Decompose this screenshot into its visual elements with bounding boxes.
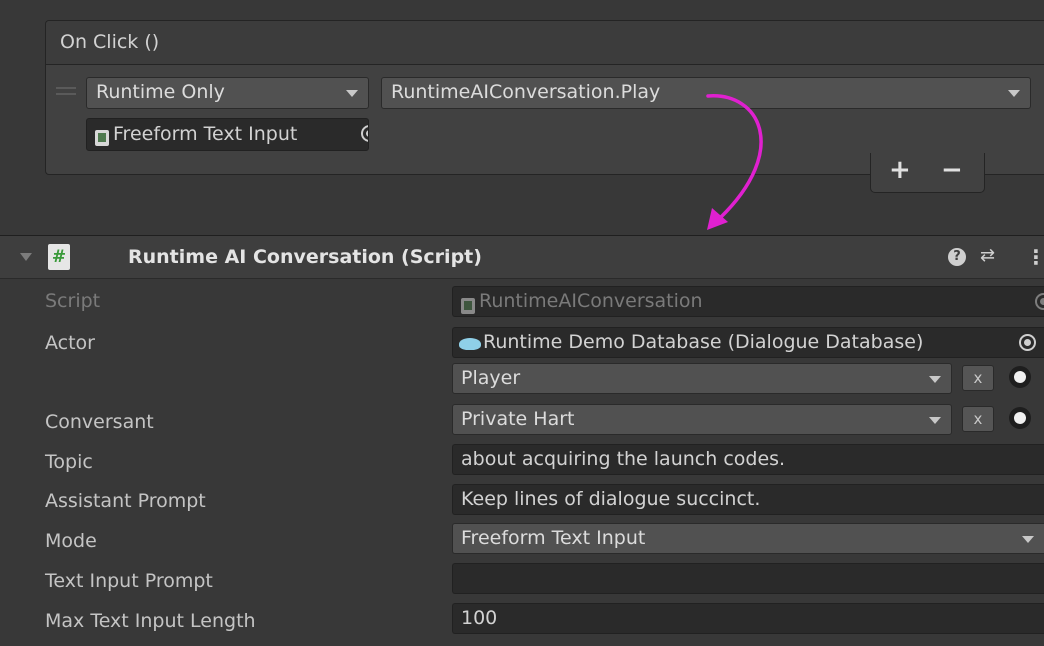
mode-value: Freeform Text Input <box>461 527 646 549</box>
help-icon[interactable]: ? <box>948 248 966 266</box>
topic-label: Topic <box>45 451 93 473</box>
text-input-prompt-input[interactable] <box>452 563 1044 594</box>
mode-dropdown[interactable]: Freeform Text Input <box>452 523 1044 554</box>
annotation-arrow-head <box>707 208 728 230</box>
dialogue-database-icon <box>459 338 481 350</box>
call-state-value: Runtime Only <box>96 81 225 103</box>
conversant-selection-dropdown[interactable]: Private Hart <box>452 404 952 435</box>
object-picker-icon[interactable] <box>361 125 368 142</box>
topic-input[interactable]: about acquiring the launch codes. <box>452 444 1044 475</box>
script-field: RuntimeAIConversation <box>452 286 1044 317</box>
function-value: RuntimeAIConversation.Play <box>391 81 661 103</box>
conversant-selection-value: Private Hart <box>461 408 575 430</box>
assistant-prompt-label: Assistant Prompt <box>45 490 206 512</box>
on-click-event-panel: On Click () Runtime Only RuntimeAIConver… <box>45 20 1044 175</box>
script-asset-icon <box>95 130 109 146</box>
conversant-label: Conversant <box>45 411 154 433</box>
object-picker-icon[interactable] <box>1019 334 1036 351</box>
max-text-input-length-input[interactable]: 100 <box>452 603 1044 634</box>
conversant-radio-icon[interactable] <box>1009 407 1031 429</box>
conversant-clear-button[interactable]: x <box>962 406 994 432</box>
dropdown-arrow-icon <box>929 376 941 383</box>
function-dropdown[interactable]: RuntimeAIConversation.Play <box>381 77 1031 109</box>
call-state-dropdown[interactable]: Runtime Only <box>86 77 369 109</box>
remove-listener-button[interactable]: − <box>941 155 963 185</box>
dropdown-arrow-icon <box>346 90 358 97</box>
dropdown-arrow-icon <box>1008 90 1020 97</box>
mode-label: Mode <box>45 530 97 552</box>
event-header: On Click () <box>46 21 1044 65</box>
reorder-handle-icon[interactable] <box>56 87 76 95</box>
actor-radio-icon[interactable] <box>1009 366 1031 388</box>
target-object-field[interactable]: Freeform Text Input <box>86 118 369 151</box>
target-object-name: Freeform Text Input <box>113 123 298 145</box>
actor-clear-button[interactable]: x <box>962 365 994 391</box>
listener-buttons-tab: + − <box>870 153 985 193</box>
topic-value: about acquiring the launch codes. <box>461 448 786 470</box>
script-asset-icon <box>461 298 475 314</box>
max-text-input-length-value: 100 <box>461 607 498 629</box>
object-picker-icon <box>1035 293 1044 310</box>
actor-database-value: Runtime Demo Database (Dialogue Database… <box>483 331 924 353</box>
foldout-arrow-icon[interactable] <box>20 253 32 261</box>
dropdown-arrow-icon <box>929 417 941 424</box>
event-title: On Click () <box>60 31 160 53</box>
actor-label: Actor <box>45 332 95 354</box>
component-header[interactable]: # Runtime AI Conversation (Script) ? ⇄ ⋮ <box>0 235 1044 279</box>
actor-selection-dropdown[interactable]: Player <box>452 363 952 394</box>
presets-icon[interactable]: ⇄ <box>980 245 995 266</box>
actor-database-field[interactable]: Runtime Demo Database (Dialogue Database… <box>452 327 1044 358</box>
context-menu-icon[interactable]: ⋮ <box>1026 245 1044 269</box>
csharp-script-icon: # <box>48 244 70 270</box>
text-input-prompt-label: Text Input Prompt <box>45 570 213 592</box>
max-text-input-length-label: Max Text Input Length <box>45 610 256 632</box>
script-value: RuntimeAIConversation <box>479 290 703 312</box>
actor-selection-value: Player <box>461 367 521 389</box>
component-title: Runtime AI Conversation (Script) <box>128 246 482 268</box>
assistant-prompt-value: Keep lines of dialogue succinct. <box>461 488 761 510</box>
dropdown-arrow-icon <box>1022 536 1034 543</box>
assistant-prompt-input[interactable]: Keep lines of dialogue succinct. <box>452 484 1044 515</box>
add-listener-button[interactable]: + <box>889 155 911 185</box>
script-label: Script <box>45 290 101 312</box>
